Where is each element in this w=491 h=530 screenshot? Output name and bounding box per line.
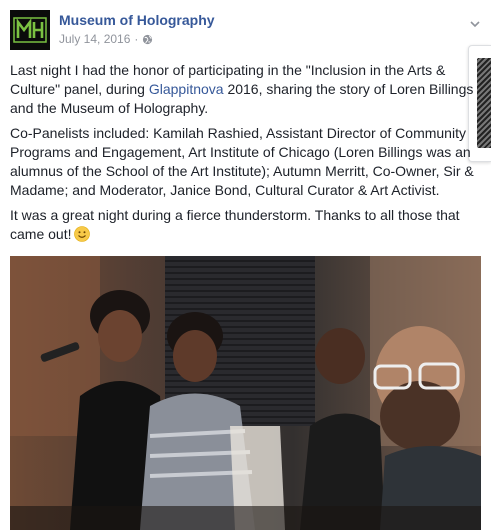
post-paragraph-3: It was a great night during a fierce thu… (10, 206, 478, 244)
page-name-link[interactable]: Museum of Holography (59, 12, 215, 28)
page-avatar[interactable] (10, 10, 50, 50)
chevron-down-icon[interactable] (469, 18, 481, 30)
post-meta: July 14, 2016 · (59, 32, 153, 46)
post-header: Museum of Holography July 14, 2016 · (10, 10, 491, 50)
glappitnova-link[interactable]: Glappitnova (149, 81, 224, 97)
meta-separator: · (134, 32, 139, 46)
post-photo[interactable] (10, 256, 481, 530)
post-paragraph-1: Last night I had the honor of participat… (10, 61, 478, 118)
thumbnail-image (477, 58, 491, 148)
post-text: Last night I had the honor of participat… (10, 61, 478, 250)
museum-logo-icon (13, 17, 47, 43)
post-paragraph-2: Co-Panelists included: Kamilah Rashied, … (10, 125, 474, 198)
smile-emoji-icon (74, 226, 91, 242)
post-date[interactable]: July 14, 2016 (59, 32, 130, 46)
facebook-post: Museum of Holography July 14, 2016 · Las… (0, 0, 491, 530)
globe-icon[interactable] (142, 34, 153, 45)
panelists-photo (10, 256, 481, 530)
